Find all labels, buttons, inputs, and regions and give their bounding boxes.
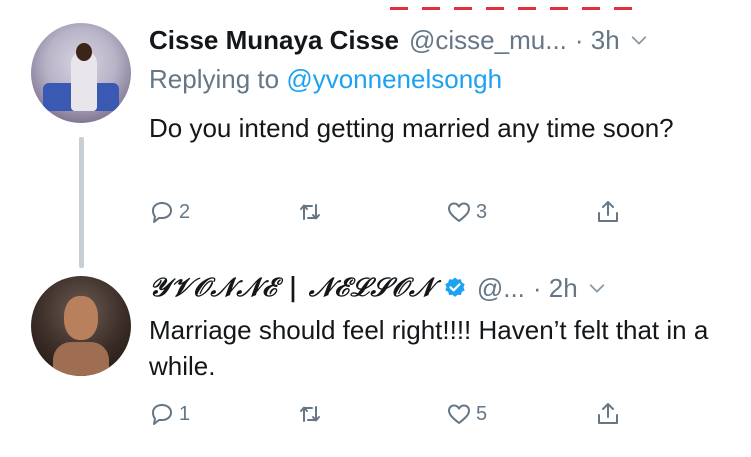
tweet-header: Cisse Munaya Cisse @cisse_mu... · 3h	[149, 20, 648, 60]
reply-count: 2	[179, 200, 191, 223]
retweet-button[interactable]	[297, 195, 327, 229]
author-name[interactable]: 𝒴𝒱𝒪𝒩𝒩ℰ | 𝒩ℰℒ𝒮𝒪𝒩	[149, 273, 435, 304]
tweet-header: 𝒴𝒱𝒪𝒩𝒩ℰ | 𝒩ℰℒ𝒮𝒪𝒩 @... · 2h	[149, 268, 606, 308]
author-name[interactable]: Cisse Munaya Cisse	[149, 25, 399, 56]
like-button[interactable]: 3	[446, 195, 487, 229]
timestamp[interactable]: · 2h	[533, 273, 578, 304]
retweet-icon	[300, 204, 320, 220]
top-edge-decoration	[390, 0, 670, 10]
like-button[interactable]: 5	[446, 397, 487, 431]
share-icon	[598, 403, 618, 424]
replying-to: Replying to @yvonnenelsongh	[149, 64, 502, 95]
reply-button[interactable]: 1	[149, 397, 190, 431]
avatar[interactable]	[31, 23, 131, 123]
like-count: 5	[476, 402, 488, 425]
reply-icon	[152, 202, 172, 223]
tweet-actions: 1 5	[149, 397, 649, 431]
author-handle[interactable]: @cisse_mu...	[409, 25, 567, 56]
tweet-text: Do you intend getting married any time s…	[149, 113, 674, 143]
tweet-actions: 2 3	[149, 195, 649, 229]
timestamp[interactable]: · 3h	[575, 25, 620, 56]
share-icon	[598, 201, 618, 222]
tweet-text: Marriage should feel right!!!! Haven’t f…	[149, 315, 709, 381]
reply-icon	[152, 404, 172, 425]
like-count: 3	[476, 200, 488, 223]
share-button[interactable]	[595, 195, 621, 229]
author-handle[interactable]: @...	[477, 273, 525, 304]
chevron-down-icon[interactable]	[630, 31, 648, 49]
chevron-down-icon[interactable]	[588, 279, 606, 297]
verified-icon	[445, 277, 465, 297]
reply-button[interactable]: 2	[149, 195, 190, 229]
avatar[interactable]	[31, 276, 131, 376]
share-button[interactable]	[595, 397, 621, 431]
reply-count: 1	[179, 402, 191, 425]
replying-to-label: Replying to	[149, 64, 287, 94]
retweet-button[interactable]	[297, 397, 327, 431]
like-icon	[448, 202, 470, 222]
like-icon	[448, 404, 470, 424]
retweet-icon	[300, 406, 320, 422]
replying-to-mention[interactable]: @yvonnenelsongh	[286, 64, 502, 94]
thread-connector-line	[79, 137, 84, 268]
